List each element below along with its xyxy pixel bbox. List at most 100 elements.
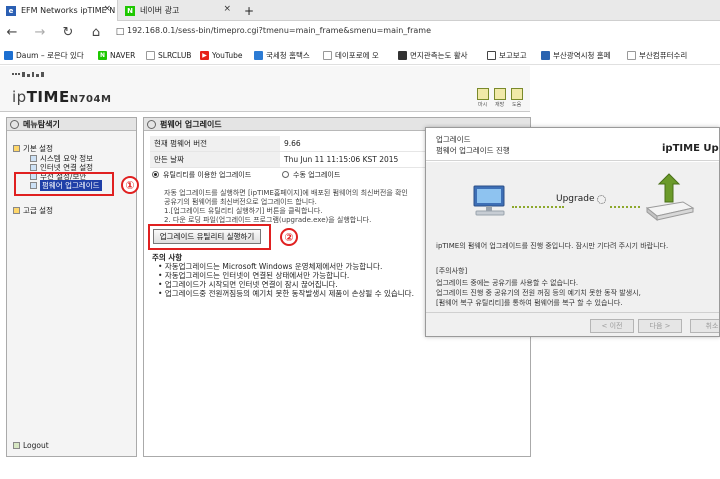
favorite-item[interactable]: 데이포로에 오 — [323, 49, 379, 61]
close-icon[interactable]: × — [103, 4, 111, 14]
dialog-body: Upgrade ipTIME의 펌웨어 업그레이드를 진행 중입니다. 잠시만 … — [426, 162, 719, 312]
favorite-label: SLRCLUB — [158, 50, 192, 60]
dialog-footer: < 이전 다음 > 취소 — [426, 312, 719, 336]
tab-title: EFM Networks ipTIME N — [21, 6, 116, 15]
spinner-icon — [597, 195, 606, 204]
favorite-item[interactable]: 부산컴퓨터수리 — [627, 49, 687, 61]
iptime-dots-logo — [12, 72, 46, 79]
favorite-label: 국세청 홈택스 — [266, 50, 310, 60]
close-icon[interactable]: × — [223, 4, 231, 14]
iptime-logo: ipTIMEN704M — [12, 88, 112, 106]
marker-1: ① — [121, 176, 139, 194]
favorite-label: NAVER — [110, 50, 136, 60]
favorite-label: 부산컴퓨터수리 — [639, 50, 688, 60]
highlight-box-2 — [148, 224, 271, 250]
busan-icon — [541, 50, 550, 60]
url-field[interactable]: 192.168.0.1/sess-bin/timepro.cgi?tmenu=m… — [127, 26, 431, 35]
hometax-icon — [254, 50, 263, 60]
address-bar: ← → ↻ ⌂ □ 192.168.0.1/sess-bin/timepro.c… — [0, 21, 720, 43]
radio-auto-upgrade[interactable]: 유틸리티를 이용한 업그레이드 — [152, 170, 251, 180]
router-upload-icon — [643, 172, 695, 222]
note-item: • 업그레이드중 전원꺼짐등의 예기치 못한 동작발생시 제품이 손상될 수 있… — [158, 289, 414, 298]
favorite-item[interactable]: 부산광역시청 홈페 — [541, 49, 611, 61]
naver-icon: N — [98, 50, 107, 60]
tab-naver-ad[interactable]: N 네이버 광고 × — [119, 0, 237, 21]
page-icon — [323, 50, 332, 60]
youtube-icon: ▶ — [200, 50, 209, 60]
table-row: 만든 날짜 Thu Jun 11 11:15:06 KST 2015 — [150, 151, 430, 168]
refresh-icon[interactable]: ↻ — [60, 24, 76, 40]
iptime-favicon: e — [6, 5, 16, 16]
dialog-status: ipTIME의 펌웨어 업그레이드를 진행 중입니다. 잠시만 기다려 주시기 … — [436, 242, 669, 250]
router-header: ipTIMEN704M — [0, 66, 530, 112]
help-icon[interactable] — [511, 88, 523, 100]
magnifier-icon — [10, 120, 19, 129]
tab-bar: e EFM Networks ipTIME N × N 네이버 광고 × + — [0, 0, 720, 21]
notice-line: 업그레이드 진행 중 공유기의 전원 꺼짐 등의 예기치 못한 동작 발생시, — [436, 289, 641, 297]
header-icon-label: 재방 — [495, 102, 505, 108]
home-icon[interactable]: ⌂ — [88, 24, 104, 40]
menu-explorer-title: 메뉴탐색기 — [7, 118, 136, 131]
computer-icon — [470, 184, 510, 220]
cancel-button[interactable]: 취소 — [690, 319, 719, 333]
new-tab-button[interactable]: + — [240, 0, 260, 21]
page-icon: □ — [115, 27, 125, 37]
dialog-brand: ipTIME Upg — [662, 143, 720, 154]
page-icon — [146, 50, 155, 60]
prev-button[interactable]: < 이전 — [590, 319, 634, 333]
header-icon-label: 도움 — [512, 102, 522, 108]
radio-selected-icon — [152, 171, 159, 178]
folder-icon — [13, 207, 20, 214]
radio-manual-upgrade[interactable]: 수동 업그레이드 — [282, 170, 340, 180]
dialog-title: 업그레이드 — [436, 135, 471, 144]
folder-icon — [13, 145, 20, 152]
favorite-label: Daum – 로은다 있다 — [16, 50, 84, 60]
favorite-item[interactable]: Daum – 로은다 있다 — [4, 49, 84, 61]
upgrade-label: Upgrade — [556, 194, 595, 204]
notice-title: [주의사항] — [436, 267, 468, 275]
magnifier-icon — [147, 120, 156, 129]
favorite-item[interactable]: 보고보고 — [487, 49, 527, 61]
table-row: 현재 펌웨어 버전 9.66 — [150, 136, 430, 152]
progress-dots-right — [610, 206, 640, 208]
favorite-item[interactable]: N NAVER — [98, 49, 135, 61]
favorite-label: 면지관측는도 활사 — [410, 50, 468, 60]
marker-2: ② — [280, 228, 298, 246]
page-icon — [30, 164, 37, 171]
page-icon — [627, 50, 636, 60]
home-icon[interactable] — [477, 88, 489, 100]
favorite-item[interactable]: ▶ YouTube — [200, 49, 243, 61]
logout-link[interactable]: Logout — [13, 441, 49, 450]
naver-favicon: N — [125, 5, 135, 16]
firmware-info-table: 현재 펌웨어 버전 9.66 만든 날짜 Thu Jun 11 11:15:06… — [150, 136, 430, 168]
favorite-label: 부산광역시청 홈페 — [553, 50, 611, 60]
highlight-box-1 — [14, 172, 114, 196]
page-icon — [30, 155, 37, 162]
header-icon-label: 마시 — [478, 102, 488, 108]
favorite-item[interactable]: 면지관측는도 활사 — [398, 49, 468, 61]
notice-line: 업그레이드 중에는 공유기를 사용할 수 없습니다. — [436, 279, 579, 287]
forward-icon[interactable]: → — [32, 24, 48, 40]
radio-icon — [282, 171, 289, 178]
notice-line: [펌웨어 복구 유틸리티]를 통하여 펌웨어를 복구 할 수 있습니다. — [436, 299, 623, 307]
favorites-bar: Daum – 로은다 있다 N NAVER SLRCLUB ▶ YouTube … — [0, 45, 720, 65]
nav-advanced-settings[interactable]: 고급 설정 — [13, 205, 53, 216]
back-icon[interactable]: ← — [4, 24, 20, 40]
favorite-label: 데이포로에 오 — [335, 50, 379, 60]
gov-icon — [398, 50, 407, 60]
dialog-header: 업그레이드 펌웨어 업그레이드 진행 ipTIME Upg — [426, 128, 719, 161]
favorite-item[interactable]: 국세청 홈택스 — [254, 49, 310, 61]
favorite-item[interactable]: SLRCLUB — [146, 49, 191, 61]
tab-iptime[interactable]: e EFM Networks ipTIME N × — [0, 0, 118, 21]
dialog-subtitle: 펌웨어 업그레이드 진행 — [436, 146, 510, 155]
progress-dots-left — [512, 206, 564, 208]
wizard-icon[interactable] — [494, 88, 506, 100]
tab-title: 네이버 광고 — [140, 6, 180, 15]
logout-icon — [13, 442, 20, 449]
favorite-label: 보고보고 — [499, 50, 527, 60]
daum-icon — [4, 50, 13, 60]
favorite-label: YouTube — [212, 50, 243, 60]
upgrade-dialog: 업그레이드 펌웨어 업그레이드 진행 ipTIME Upg Upgrade ip… — [425, 127, 720, 337]
page-icon — [487, 50, 496, 60]
next-button[interactable]: 다음 > — [638, 319, 682, 333]
